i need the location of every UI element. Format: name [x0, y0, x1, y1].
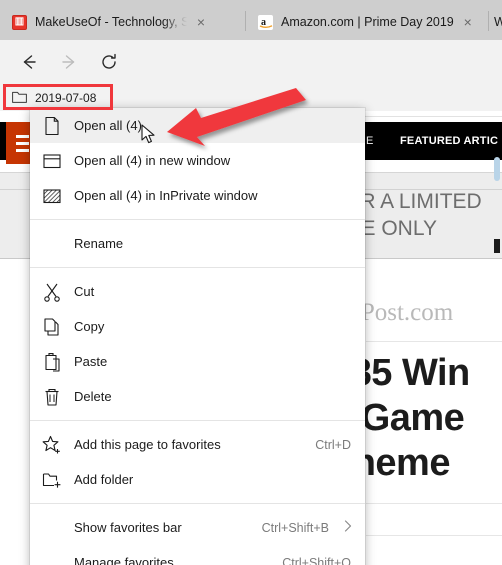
menu-item-label: Open all (4): [74, 118, 142, 133]
inprivate-icon: [30, 187, 74, 205]
makeuseof-favicon: ▥: [12, 14, 27, 30]
hamburger-bar: [15, 148, 29, 152]
menu-item-add-folder[interactable]: Add folder: [30, 462, 365, 497]
browser-tab[interactable]: a Amazon.com | Prime Day 2019 ×: [258, 4, 482, 40]
navigation-toolbar: https://www.groovypost.com/howto/experie: [0, 40, 502, 116]
menu-item-shortcut: Ctrl+Shift+B: [261, 520, 329, 535]
menu-item-label: Open all (4) in new window: [74, 153, 231, 168]
tab-title: Amazon.com | Prime Day 2019: [281, 15, 454, 29]
hamburger-bar: [15, 134, 29, 138]
tab-title: MakeUseOf - Technology, Simplified.: [35, 15, 187, 29]
menu-item-label: Open all (4) in InPrivate window: [74, 188, 258, 203]
menu-item-paste[interactable]: Paste: [30, 344, 365, 379]
mouse-cursor: [141, 124, 157, 151]
menu-item-label: Cut: [74, 284, 95, 299]
menu-item-label: Paste: [74, 354, 108, 369]
menu-item-label: Rename: [74, 236, 124, 251]
browser-window: E FEATURED ARTIC OR A LIMITED ME ONLY gr…: [0, 0, 502, 565]
back-icon[interactable]: [16, 49, 42, 75]
menu-separator: [30, 420, 365, 421]
menu-item-open-all-4-in-inprivate-window[interactable]: Open all (4) in InPrivate window: [30, 178, 365, 213]
star-plus-icon: [30, 435, 74, 455]
menu-item-label: Add this page to favorites: [74, 437, 221, 452]
folder-plus-icon: [30, 471, 74, 489]
page-scrollbar-thumb[interactable]: [494, 157, 500, 181]
page-icon: [30, 116, 74, 136]
menu-item-delete[interactable]: Delete: [30, 379, 365, 414]
copy-icon: [30, 317, 74, 337]
content-divider: [366, 503, 502, 504]
menu-separator: [30, 219, 365, 220]
menu-separator: [30, 503, 365, 504]
menu-item-label: Copy: [74, 319, 105, 334]
menu-item-add-this-page-to-favorites[interactable]: Add this page to favorites Ctrl+D: [30, 427, 365, 462]
tab-separator: [488, 11, 489, 31]
tab-strip: ▥ MakeUseOf - Technology, Simplified. × …: [0, 0, 502, 40]
menu-item-label: Show favorites bar: [74, 520, 182, 535]
paste-icon: [30, 352, 74, 372]
menu-item-label: Add folder: [74, 472, 134, 487]
menu-item-copy[interactable]: Copy: [30, 309, 365, 344]
content-divider: [366, 341, 502, 342]
menu-item-manage-favorites[interactable]: Manage favorites Ctrl+Shift+O: [30, 545, 365, 565]
tab-separator: [245, 11, 246, 31]
browser-tab[interactable]: W: [494, 4, 502, 40]
trash-icon: [30, 387, 74, 407]
menu-item-rename[interactable]: Rename: [30, 226, 365, 261]
menu-item-shortcut: Ctrl+Shift+O: [282, 555, 351, 565]
menu-item-label: Delete: [74, 389, 112, 404]
annotation-highlight-box: [3, 84, 113, 110]
menu-item-shortcut: Ctrl+D: [315, 437, 351, 452]
tab-close-icon[interactable]: ×: [193, 15, 209, 29]
menu-separator: [30, 267, 365, 268]
site-nav-item-featured-articles[interactable]: FEATURED ARTIC: [400, 135, 498, 147]
scissors-icon: [30, 282, 74, 302]
site-nav-item-partial[interactable]: E: [366, 135, 374, 147]
browser-tab[interactable]: ▥ MakeUseOf - Technology, Simplified. ×: [12, 4, 238, 40]
promo-line-1: OR A LIMITED: [344, 190, 482, 214]
forward-icon: [56, 49, 82, 75]
promo-line-2: ME ONLY: [344, 216, 437, 240]
window-icon: [30, 152, 74, 170]
menu-item-open-all-4[interactable]: Open all (4): [30, 108, 365, 143]
menu-item-label: Manage favorites: [74, 555, 174, 565]
hamburger-bar: [15, 141, 29, 145]
menu-item-show-favorites-bar[interactable]: Show favorites bar Ctrl+Shift+B: [30, 510, 365, 545]
content-divider: [366, 535, 502, 536]
menu-item-cut[interactable]: Cut: [30, 274, 365, 309]
favorites-context-menu: Open all (4) Open all (4) in new window Op…: [30, 108, 365, 565]
chevron-right-icon: [343, 519, 353, 536]
reload-icon[interactable]: [96, 49, 122, 75]
page-scrollbar-marker: [494, 239, 500, 253]
amazon-favicon: a: [258, 14, 273, 30]
tab-title: W: [494, 15, 502, 29]
menu-item-open-all-4-in-new-window[interactable]: Open all (4) in new window: [30, 143, 365, 178]
tab-close-icon[interactable]: ×: [460, 15, 476, 29]
